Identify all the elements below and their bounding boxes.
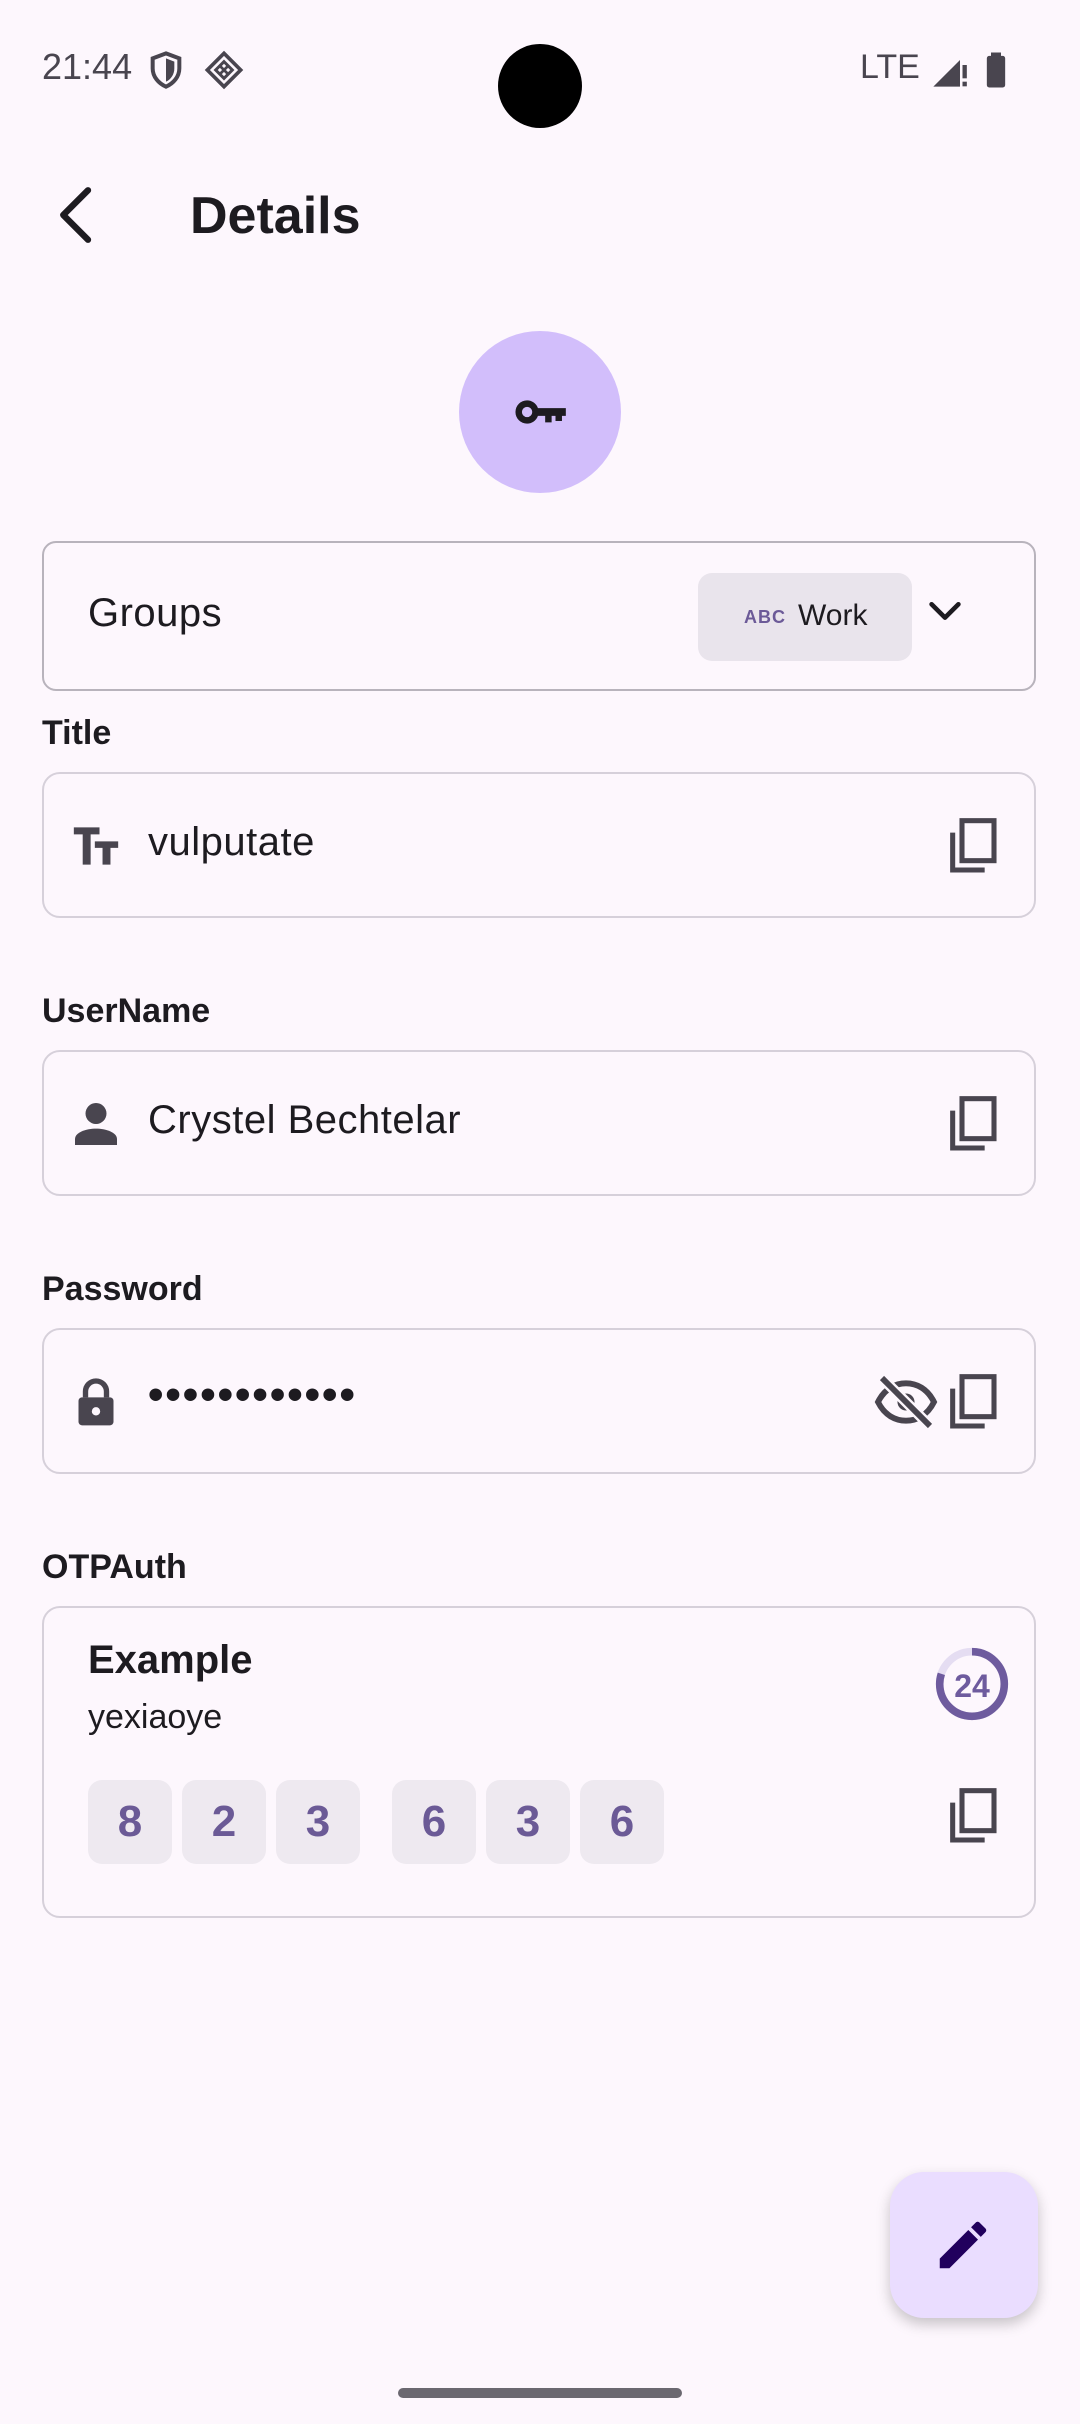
otp-digit: 6 — [580, 1780, 664, 1864]
app-bar: Details — [0, 160, 1080, 270]
otp-timer-seconds: 24 — [954, 1668, 990, 1704]
chevron-down-icon[interactable] — [922, 587, 968, 633]
copy-icon[interactable] — [942, 1370, 1006, 1434]
otp-account: yexiaoye — [88, 1698, 223, 1736]
password-label: Password — [42, 1270, 203, 1308]
battery-icon — [986, 52, 1006, 88]
group-chip[interactable]: ABC Work — [698, 573, 912, 661]
camera-cutout — [498, 44, 582, 128]
lock-icon — [78, 1378, 114, 1426]
vpn-diamond-icon — [204, 50, 244, 90]
page-title: Details — [190, 187, 361, 245]
arrow-back-icon[interactable] — [44, 182, 110, 248]
status-time: 21:44 — [42, 46, 133, 87]
otp-card: Example yexiaoye 24 8 2 3 6 3 6 — [42, 1606, 1036, 1918]
username-label: UserName — [42, 992, 211, 1030]
network-type: LTE — [860, 48, 920, 86]
title-value: vulputate — [148, 820, 315, 864]
otp-digit: 6 — [392, 1780, 476, 1864]
shield-icon — [150, 51, 182, 89]
person-icon — [75, 1103, 117, 1145]
password-value: •••••••••••• — [148, 1370, 357, 1419]
groups-label: Groups — [88, 591, 223, 635]
edit-icon — [939, 2221, 987, 2269]
username-field: Crystel Bechtelar — [42, 1050, 1036, 1196]
home-indicator[interactable] — [398, 2388, 682, 2398]
otp-digit: 8 — [88, 1780, 172, 1864]
group-chip-label: Work — [798, 599, 868, 632]
status-bar: 21:44 LTE — [0, 0, 1080, 140]
key-icon — [515, 400, 566, 424]
otp-digit: 3 — [276, 1780, 360, 1864]
abc-icon: ABC — [744, 607, 786, 627]
signal-icon — [933, 60, 967, 87]
visibility-off-icon[interactable] — [874, 1370, 938, 1434]
otp-label: OTPAuth — [42, 1548, 187, 1586]
title-label: Title — [42, 714, 112, 752]
entry-avatar — [459, 331, 621, 493]
otp-digit: 2 — [182, 1780, 266, 1864]
edit-fab[interactable] — [890, 2172, 1038, 2318]
copy-icon[interactable] — [942, 814, 1006, 878]
groups-selector[interactable]: Groups ABC Work — [42, 541, 1036, 691]
text-fields-icon — [73, 827, 119, 865]
otp-digit: 3 — [486, 1780, 570, 1864]
title-field: vulputate — [42, 772, 1036, 918]
otp-issuer: Example — [88, 1638, 253, 1682]
username-value: Crystel Bechtelar — [148, 1098, 462, 1142]
password-field: •••••••••••• — [42, 1328, 1036, 1474]
copy-icon[interactable] — [942, 1784, 1006, 1848]
copy-icon[interactable] — [942, 1092, 1006, 1156]
